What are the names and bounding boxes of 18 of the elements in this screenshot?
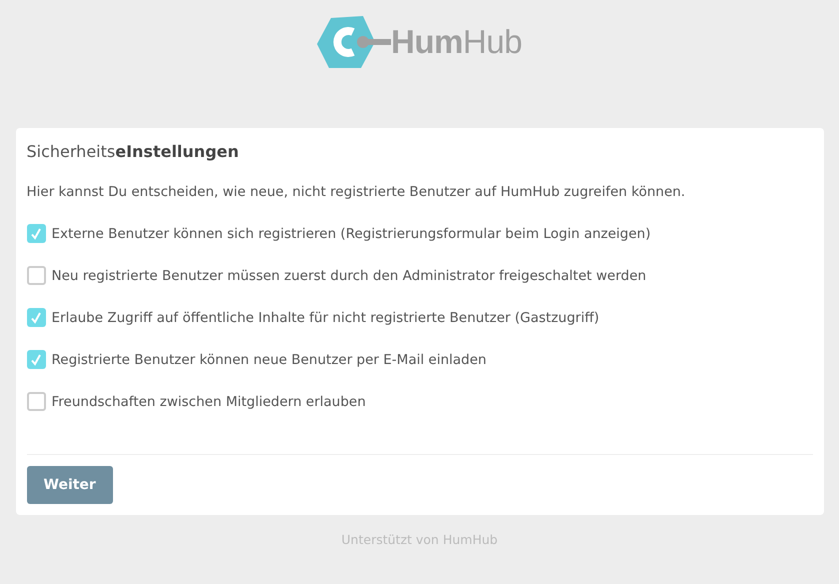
option-label: Erlaube Zugriff auf öffentliche Inhalte für nicht registrierte Benutzer (Gastzugriff) — [52, 310, 600, 326]
check-icon — [30, 354, 42, 366]
option-label: Freundschaften zwischen Mitgliedern erlauben — [52, 394, 366, 410]
panel-heading: SicherheitseInstellungen — [26, 142, 240, 161]
option-label: Externe Benutzer können sich registrieren (Registrierungsformular beim Login anzeigen) — [52, 226, 651, 242]
checkbox[interactable] — [26, 350, 46, 369]
intro-text: Hier kannst Du entscheiden, wie neue, nicht registrierte Benutzer auf HumHub zugreifen können. — [26, 184, 686, 200]
checkbox[interactable] — [26, 308, 46, 327]
option-label: Neu registrierte Benutzer müssen zuerst durch den Administrator freigeschaltet werden — [52, 268, 646, 284]
check-icon — [30, 312, 42, 324]
option-label: Registrierte Benutzer können neue Benutzer per E-Mail einladen — [52, 352, 486, 368]
checkbox[interactable] — [26, 224, 46, 243]
logo-icon — [317, 14, 392, 70]
logo-text: HumHub — [391, 23, 522, 61]
checkbox[interactable] — [26, 392, 46, 411]
next-button[interactable]: Weiter — [26, 466, 113, 504]
check-icon — [30, 228, 42, 240]
checkbox[interactable] — [26, 266, 46, 285]
